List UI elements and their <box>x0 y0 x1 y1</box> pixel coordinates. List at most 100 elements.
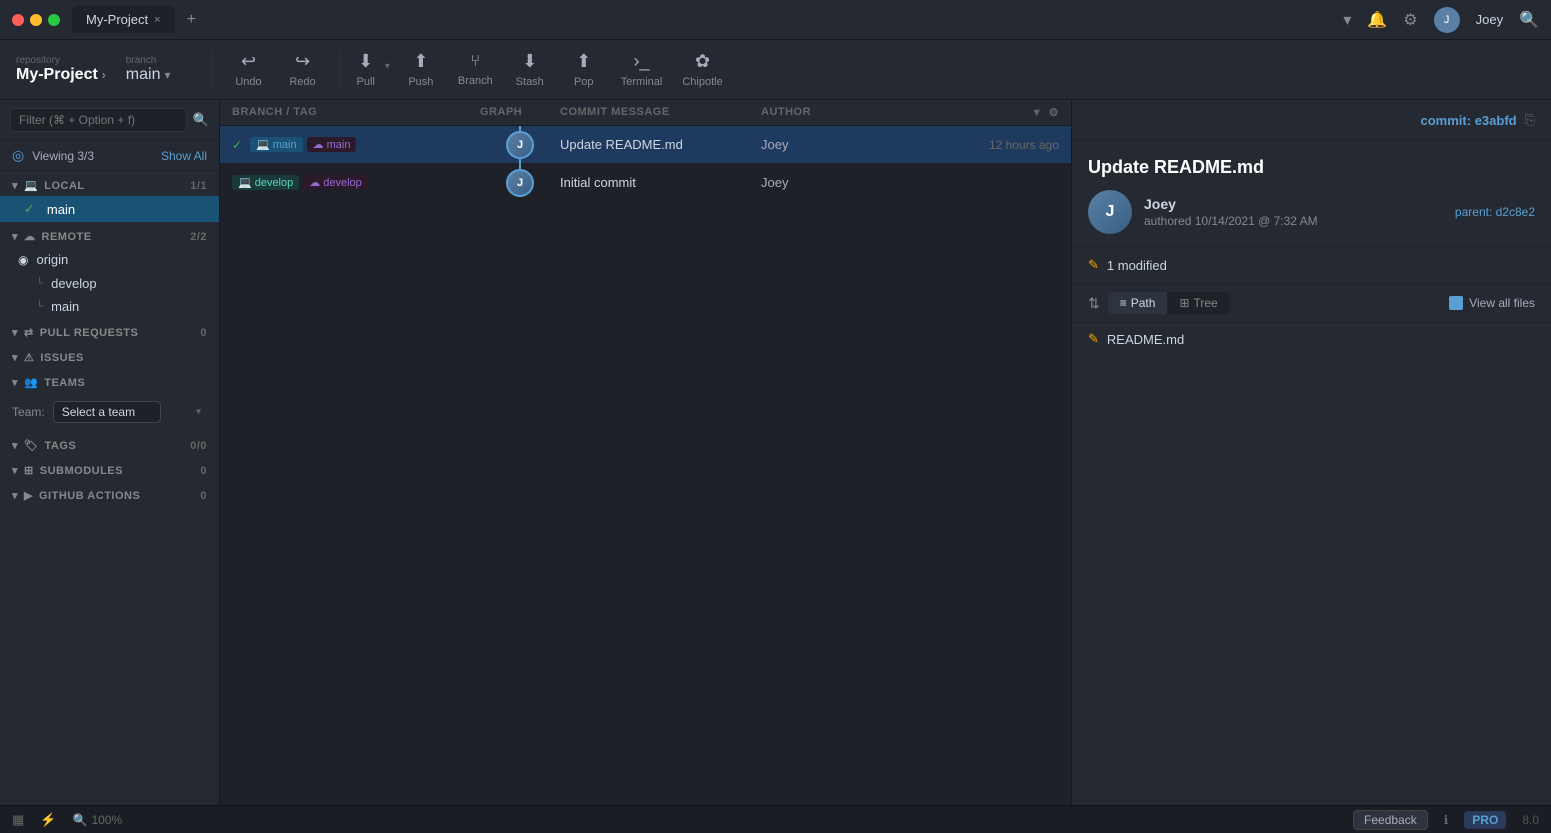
filter-search-icon: 🔍 <box>193 112 209 128</box>
local-count: 1/1 <box>190 180 207 192</box>
copy-icon[interactable]: ⎘ <box>1525 112 1535 128</box>
statusbar-grid-icon[interactable]: ▦ <box>12 812 24 828</box>
feedback-button[interactable]: Feedback <box>1353 810 1428 830</box>
author-date: authored 10/14/2021 @ 7:32 AM <box>1144 214 1443 228</box>
new-tab-button[interactable]: + <box>179 7 204 33</box>
commit-title: Update README.md <box>1088 157 1535 178</box>
redo-button[interactable]: ↪ Redo <box>276 47 330 92</box>
pull-dropdown-arrow[interactable]: ▾ <box>381 57 394 76</box>
origin-label: origin <box>36 252 68 267</box>
bell-icon[interactable]: 🔔 <box>1367 10 1387 30</box>
commit-avatar-1: J <box>506 131 534 159</box>
zoom-icon[interactable]: 🔍 <box>72 813 87 827</box>
github-actions-label: GITHUB ACTIONS <box>39 490 140 502</box>
main-remote-label: main <box>51 299 79 314</box>
main-layout: 🔍 ◎ Viewing 3/3 Show All ▾ 💻 LOCAL 1/1 ✓… <box>0 100 1551 805</box>
table-row[interactable]: 💻 develop ☁ develop J Initial commit <box>220 164 1071 202</box>
chipotle-button[interactable]: ✿ Chipotle <box>672 47 732 92</box>
sort-icon[interactable]: ⇅ <box>1088 295 1100 312</box>
titlebar: My-Project × + ▾ 🔔 ⚙ J Joey 🔍 <box>0 0 1551 40</box>
repo-info: repository My-Project › <box>16 55 106 84</box>
commit-check-icon: ✓ <box>232 138 242 152</box>
pop-label: Pop <box>574 76 594 88</box>
pro-badge[interactable]: PRO <box>1464 811 1506 829</box>
push-button[interactable]: ⬆ Push <box>394 47 448 92</box>
sidebar-item-origin[interactable]: ◉ origin <box>0 247 219 272</box>
develop-remote-label: develop <box>51 276 97 291</box>
branch-name-button[interactable]: main ▾ <box>126 66 171 84</box>
viewing-icon: ◎ <box>12 147 24 164</box>
sidebar-item-develop-remote[interactable]: └ develop <box>0 272 219 295</box>
issues-section-header[interactable]: ▾ ⚠ ISSUES <box>0 343 219 368</box>
branch-button[interactable]: ⑂ Branch <box>448 49 503 91</box>
sidebar: 🔍 ◎ Viewing 3/3 Show All ▾ 💻 LOCAL 1/1 ✓… <box>0 100 220 805</box>
pull-requests-collapse-icon: ▾ <box>12 326 18 339</box>
detail-panel: commit: e3abfd ⎘ Update README.md J Joey… <box>1071 100 1551 805</box>
tags-section-header[interactable]: ▾ 🏷 TAGS 0/0 <box>0 431 219 456</box>
branch-label: branch <box>126 55 171 66</box>
list-item[interactable]: ✎ README.md <box>1072 323 1551 355</box>
redo-icon: ↪ <box>295 51 310 72</box>
stash-button[interactable]: ⬇ Stash <box>503 47 557 92</box>
sidebar-item-main-local[interactable]: ✓ main <box>0 196 219 222</box>
view-all-label: View all files <box>1469 296 1535 310</box>
commit-graph-2: J <box>480 164 560 202</box>
undo-button[interactable]: ↩ Undo <box>222 47 276 92</box>
github-actions-section-header[interactable]: ▾ ▶ GITHUB ACTIONS 0 <box>0 481 219 506</box>
commit-graph-1: J <box>480 126 560 164</box>
pull-requests-section-header[interactable]: ▾ ⇄ PULL REQUESTS 0 <box>0 318 219 343</box>
statusbar-network-icon[interactable]: ⚡ <box>40 812 56 828</box>
file-list: ✎ README.md <box>1072 323 1551 805</box>
close-button[interactable] <box>12 14 24 26</box>
local-section-header[interactable]: ▾ 💻 LOCAL 1/1 <box>0 171 219 196</box>
filter-input[interactable] <box>10 108 187 132</box>
team-select[interactable]: Select a team <box>53 401 161 423</box>
commit-branch-tags-2: 💻 develop ☁ develop <box>220 175 480 190</box>
sidebar-item-main-remote[interactable]: └ main <box>0 295 219 318</box>
zoom-level: 100% <box>91 813 122 827</box>
show-all-button[interactable]: Show All <box>161 149 207 163</box>
team-select-wrap: Select a team ▾ <box>53 401 207 423</box>
table-row[interactable]: ✓ 💻 main ☁ main J <box>220 126 1071 164</box>
path-view-button[interactable]: ≡ Path <box>1108 292 1168 314</box>
pull-button[interactable]: ⬇ Pull <box>351 47 381 92</box>
minimize-button[interactable] <box>30 14 42 26</box>
feedback-info-icon: ℹ <box>1444 813 1449 827</box>
remote-count: 2/2 <box>190 231 207 243</box>
settings-icon[interactable]: ⚙ <box>1049 106 1059 119</box>
submodules-section-header[interactable]: ▾ ⊞ SUBMODULES 0 <box>0 456 219 481</box>
sidebar-filter-area: 🔍 <box>0 100 219 141</box>
search-icon[interactable]: 🔍 <box>1519 10 1539 30</box>
commit-author-2: Joey <box>761 175 911 190</box>
stash-label: Stash <box>516 76 544 88</box>
commit-area: BRANCH / TAG GRAPH COMMIT MESSAGE AUTHOR… <box>220 100 1071 805</box>
pop-button[interactable]: ⬆ Pop <box>557 47 611 92</box>
github-actions-collapse-icon: ▾ <box>12 489 18 502</box>
col-branch-header: BRANCH / TAG <box>220 106 480 119</box>
path-icon: ≡ <box>1120 296 1127 310</box>
tab-close-icon[interactable]: × <box>154 14 160 26</box>
terminal-button[interactable]: ›_ Terminal <box>611 47 673 92</box>
tags-count: 0/0 <box>190 440 207 452</box>
repo-name-button[interactable]: My-Project › <box>16 66 106 84</box>
gear-icon[interactable]: ⚙ <box>1403 10 1417 30</box>
terminal-label: Terminal <box>621 76 663 88</box>
branch-btn-label: Branch <box>458 75 493 87</box>
tree-view-button[interactable]: ⊞ Tree <box>1167 292 1229 314</box>
dropdown-icon[interactable]: ▾ <box>1343 10 1351 30</box>
branch-chevron-icon: ▾ <box>164 68 170 82</box>
teams-section-header[interactable]: ▾ 👥 TEAMS <box>0 368 219 393</box>
undo-label: Undo <box>235 76 261 88</box>
modified-count: 1 modified <box>1107 258 1167 273</box>
tags-section-icon: 🏷 <box>24 439 38 452</box>
branch-icon: ⑂ <box>471 53 481 71</box>
tab-label: My-Project <box>86 12 148 27</box>
fullscreen-button[interactable] <box>48 14 60 26</box>
filter-icon[interactable]: ▼ <box>1031 107 1042 119</box>
pull-requests-count: 0 <box>200 327 207 339</box>
remote-section-header[interactable]: ▾ ☁ REMOTE 2/2 <box>0 222 219 247</box>
commit-message-2: Initial commit <box>560 175 761 190</box>
view-all-checkbox[interactable] <box>1449 296 1463 310</box>
origin-icon: ◉ <box>18 253 28 267</box>
tab-my-project[interactable]: My-Project × <box>72 6 175 33</box>
